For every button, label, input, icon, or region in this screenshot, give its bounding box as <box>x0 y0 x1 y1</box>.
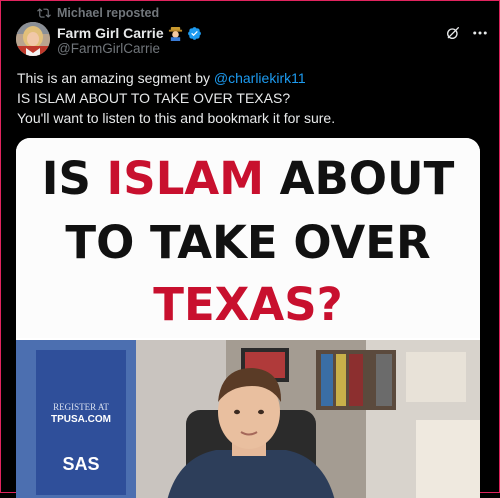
grok-button[interactable] <box>444 24 462 42</box>
grok-icon <box>447 27 459 39</box>
more-icon <box>473 31 487 35</box>
repost-context[interactable]: Michael reposted <box>37 5 159 21</box>
author-handle[interactable]: @FarmGirlCarrie <box>57 41 160 56</box>
repost-label: Michael reposted <box>57 6 160 20</box>
video-headline: IS ISLAM ABOUT TO TAKE OVER TEXAS? <box>16 138 480 338</box>
headline-about: ABOUT <box>263 152 455 205</box>
tweet-line-1-text: This is an amazing segment by <box>17 70 214 86</box>
tweet-body: This is an amazing segment by @charlieki… <box>17 68 487 128</box>
author-display-name[interactable]: Farm Girl Carrie <box>57 25 164 41</box>
headline-is: IS <box>41 152 107 205</box>
tweet-line-2: IS ISLAM ABOUT TO TAKE OVER TEXAS? <box>17 90 291 106</box>
tweet-media-video[interactable]: IS ISLAM ABOUT TO TAKE OVER TEXAS? REGIS… <box>16 138 480 498</box>
banner-text-register: REGISTER AT <box>53 402 109 412</box>
banner-text-site: TPUSA.COM <box>51 414 111 425</box>
headline-line-3: TEXAS? <box>153 278 343 331</box>
banner-text-sas: SAS <box>62 454 99 474</box>
farmer-emoji-icon <box>168 26 182 41</box>
author-avatar[interactable] <box>16 22 50 56</box>
tweet-line-1: This is an amazing segment by @charlieki… <box>17 68 487 88</box>
repost-icon <box>37 8 51 18</box>
headline-line-2: TO TAKE OVER <box>65 216 431 269</box>
more-options-button[interactable] <box>470 24 490 42</box>
video-frame[interactable]: REGISTER AT TPUSA.COM SAS <box>16 340 480 498</box>
video-scene: REGISTER AT TPUSA.COM SAS <box>16 340 480 498</box>
tweet-line-3: You'll want to listen to this and bookma… <box>17 110 336 126</box>
headline-islam: ISLAM <box>106 152 264 205</box>
headline-line-1: IS ISLAM ABOUT <box>16 152 480 205</box>
mention-link[interactable]: @charliekirk11 <box>214 70 306 86</box>
verified-badge-icon <box>187 26 201 40</box>
